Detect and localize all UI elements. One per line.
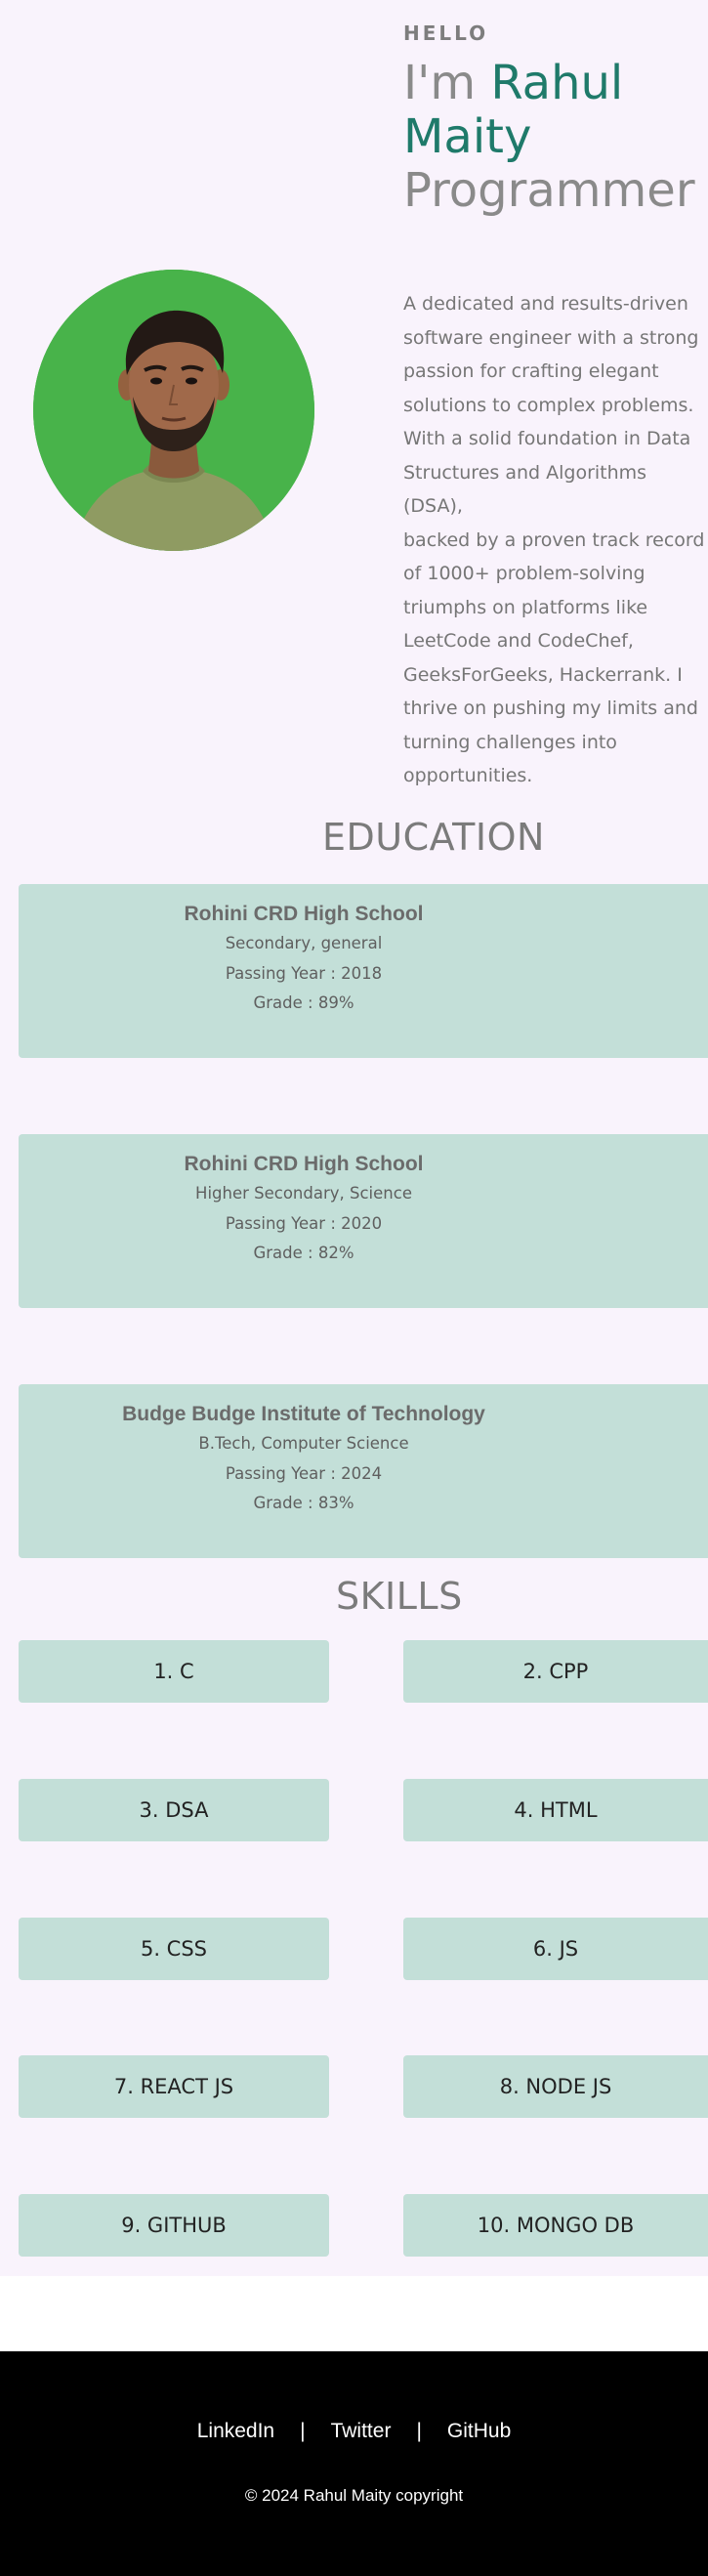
footer: LinkedIn | Twitter | GitHub © 2024 Rahul Mai…	[0, 2351, 708, 2576]
passing-year: Passing Year : 2020	[225, 1213, 383, 1233]
skill-chip: 7. REACT JS	[19, 2055, 329, 2118]
grade: Grade : 82%	[253, 1244, 354, 1262]
skill-chip: 5. CSS	[19, 1918, 329, 1980]
github-link[interactable]: GitHub	[447, 2420, 511, 2442]
skills-heading: SKILLS	[336, 1575, 463, 1618]
skill-chip: 2. CPP	[403, 1640, 708, 1703]
school-name: Rohini CRD High School	[184, 903, 424, 925]
title-prefix: I'm	[403, 56, 491, 110]
name-first: Rahul	[490, 56, 624, 110]
skill-chip: 10. MONGO DB	[403, 2194, 708, 2257]
education-heading: EDUCATION	[322, 816, 545, 859]
skill-chip: 6. JS	[403, 1918, 708, 1980]
twitter-link[interactable]: Twitter	[331, 2420, 392, 2442]
passing-year: Passing Year : 2018	[225, 963, 383, 983]
education-card: Rohini CRD High School Higher Secondary,…	[19, 1134, 708, 1308]
profile-photo-icon	[33, 270, 314, 551]
copyright-text: © 2024 Rahul Maity copyright	[244, 2486, 464, 2505]
role-title: Programmer	[403, 163, 695, 218]
skill-chip: 3. DSA	[19, 1779, 329, 1841]
footer-separator: |	[300, 2420, 306, 2442]
grade: Grade : 89%	[253, 993, 354, 1012]
skill-chip: 4. HTML	[403, 1779, 708, 1841]
passing-year: Passing Year : 2024	[225, 1463, 383, 1483]
education-card: Budge Budge Institute of Technology B.Te…	[19, 1384, 708, 1558]
skill-chip: 1. C	[19, 1640, 329, 1703]
greeting: HELLO	[403, 21, 489, 45]
skill-chip: 9. GITHUB	[19, 2194, 329, 2257]
school-name: Budge Budge Institute of Technology	[122, 1403, 485, 1425]
linkedin-link[interactable]: LinkedIn	[197, 2420, 274, 2442]
footer-separator: |	[416, 2420, 422, 2442]
avatar	[33, 270, 314, 551]
course: Higher Secondary, Science	[195, 1184, 412, 1203]
grade: Grade : 83%	[253, 1494, 354, 1512]
name-last: Maity	[403, 109, 532, 164]
footer-links: LinkedIn | Twitter | GitHub	[0, 2420, 708, 2443]
skill-chip: 8. NODE JS	[403, 2055, 708, 2118]
hero-title: I'm Rahul Maity Programmer	[403, 57, 706, 218]
course: Secondary, general	[225, 934, 383, 952]
bio-paragraph: A dedicated and results-driven software …	[403, 293, 705, 786]
education-card: Rohini CRD High School Secondary, genera…	[19, 884, 708, 1058]
course: B.Tech, Computer Science	[198, 1434, 409, 1453]
school-name: Rohini CRD High School	[184, 1153, 424, 1175]
